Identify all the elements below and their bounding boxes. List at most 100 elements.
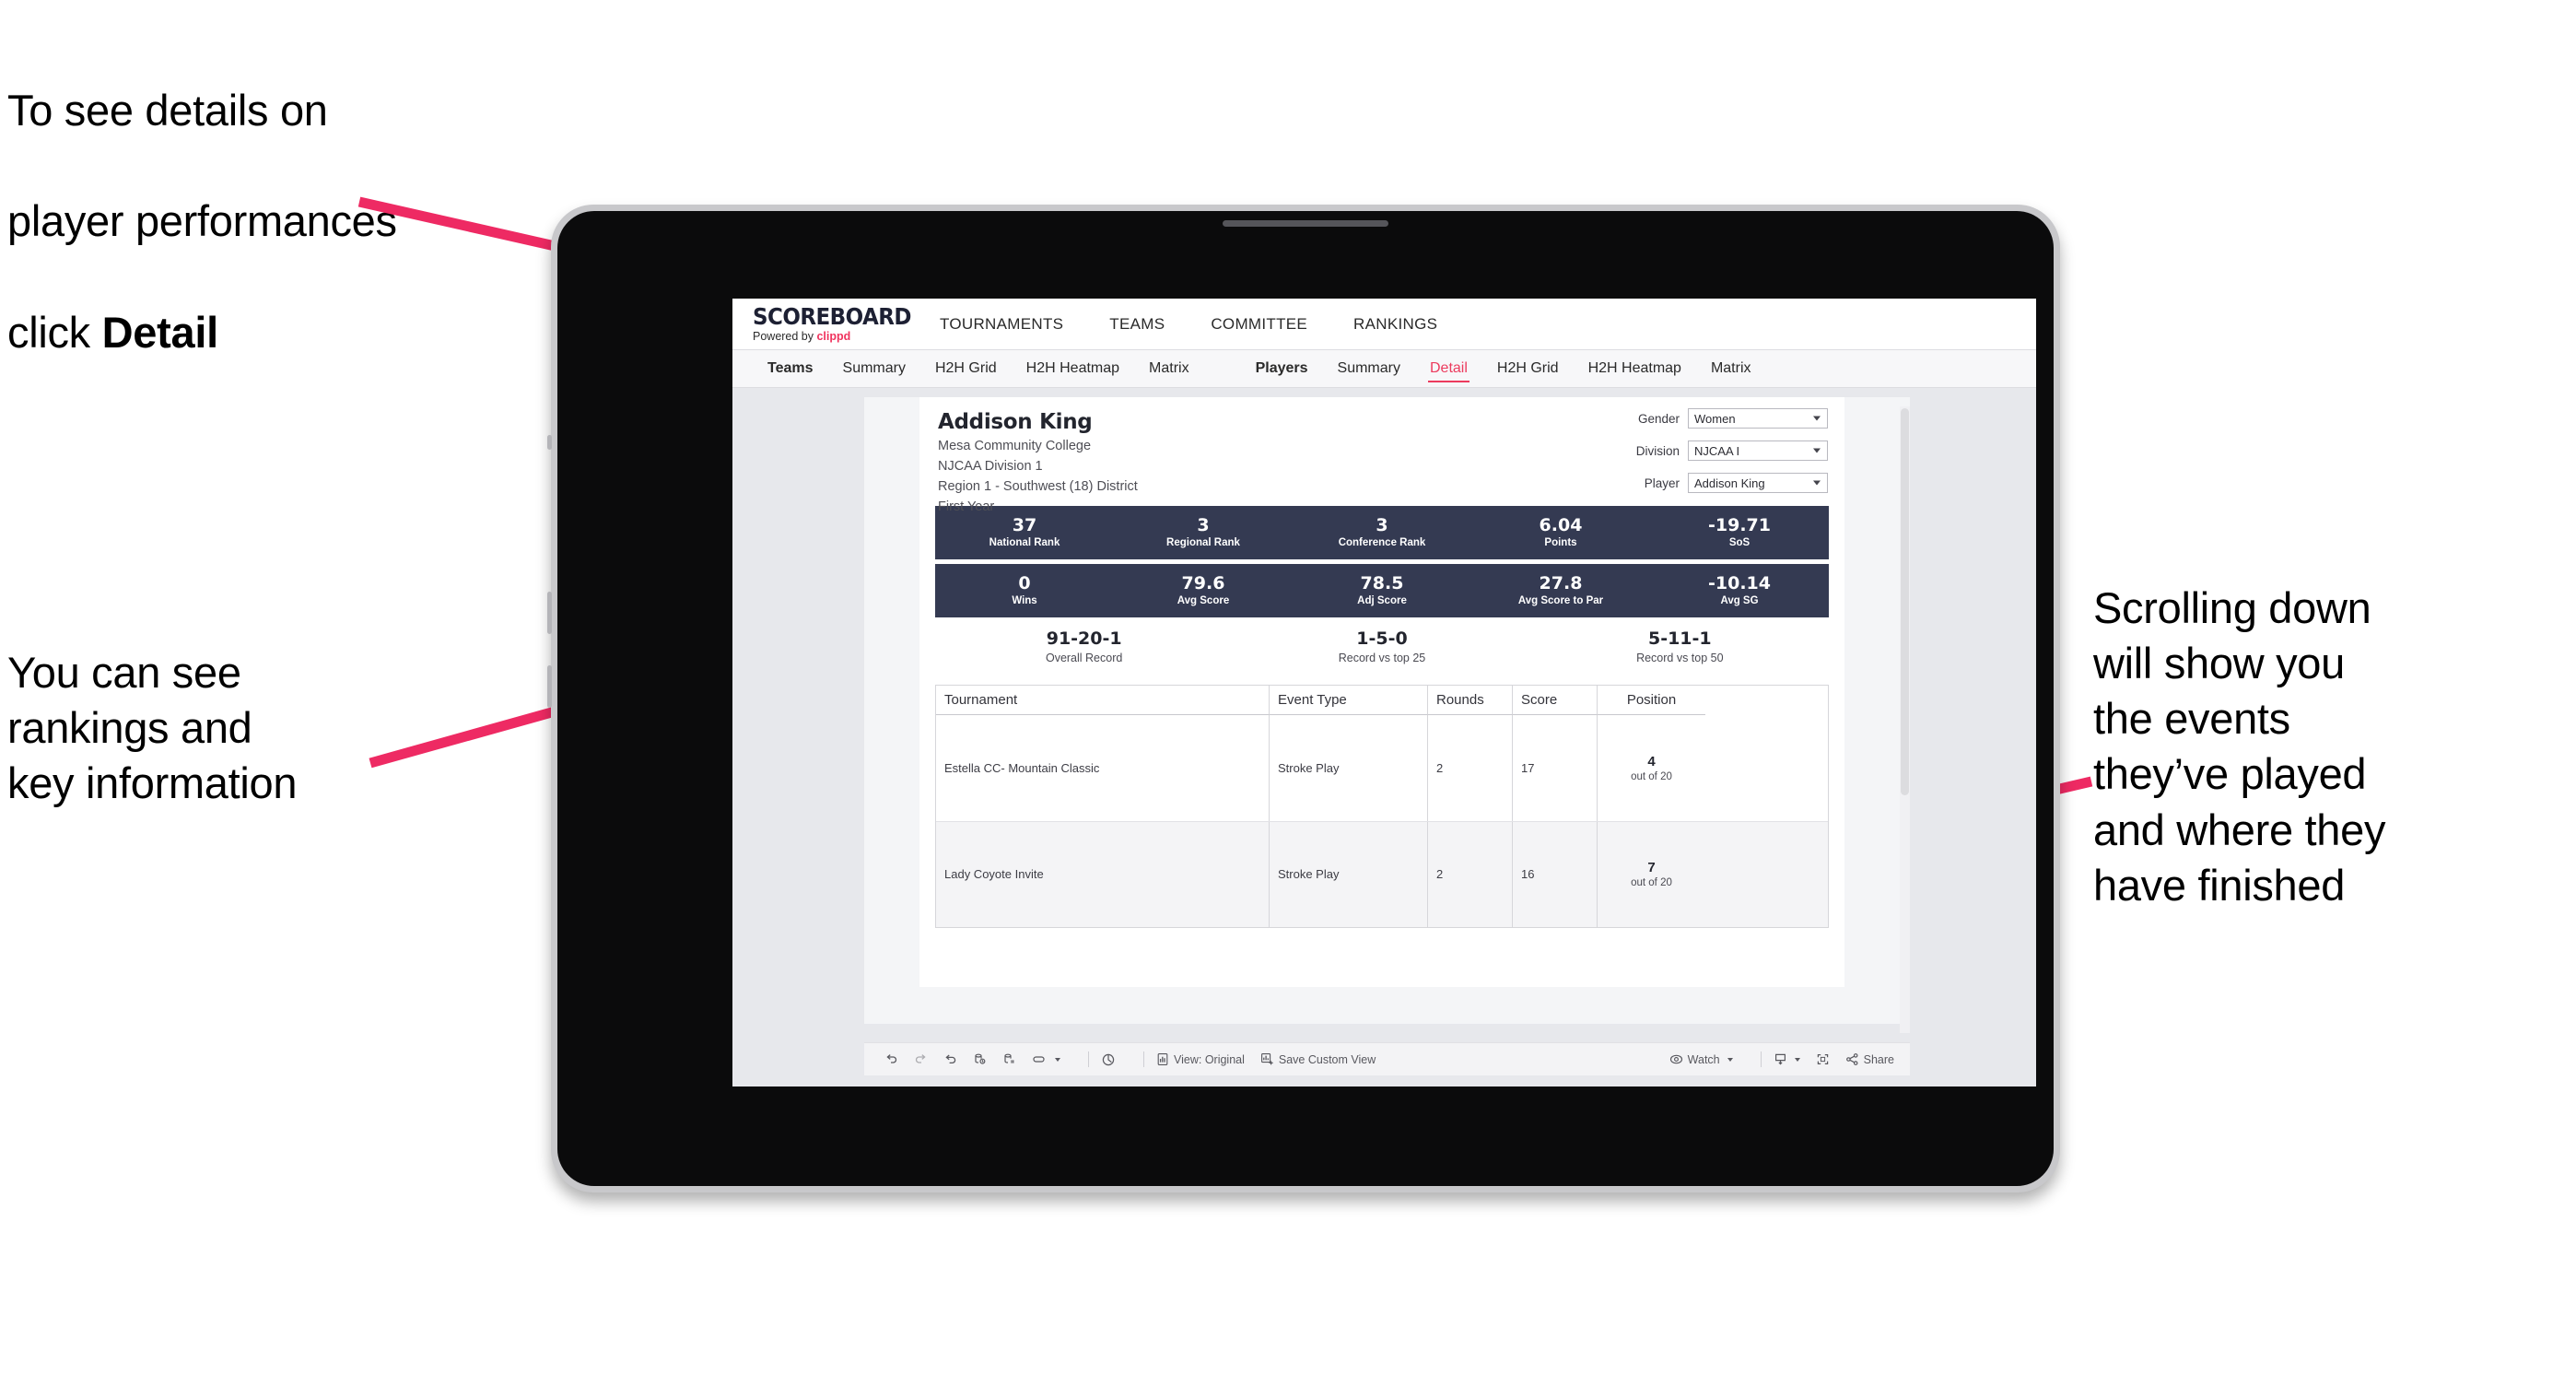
download-button[interactable] (1774, 1052, 1800, 1066)
cell-rounds: 2 (1428, 821, 1513, 927)
device-volume-up-button (547, 592, 552, 634)
table-row[interactable]: Estella CC- Mountain Classic Stroke Play… (936, 714, 1828, 821)
nav-committee[interactable]: COMMITTEE (1188, 315, 1330, 334)
filter-panel: Gender Women Division NJCAA I Player Add… (1588, 408, 1828, 505)
position-out-of: out of 20 (1631, 770, 1672, 782)
filter-gender: Gender Women (1588, 408, 1828, 429)
save-custom-view-label: Save Custom View (1278, 1052, 1376, 1066)
toolbar-divider (1143, 1051, 1144, 1067)
stat-label: Avg Score to Par (1517, 595, 1604, 607)
toolbar-divider (1088, 1051, 1089, 1067)
pause-auto-update-button[interactable] (1101, 1052, 1116, 1067)
brand-logo[interactable]: SCOREBOARD Powered by clippd (732, 305, 917, 343)
cell-tournament: Estella CC- Mountain Classic (936, 714, 1270, 821)
record-vs-top-50: 5-11-1 Record vs top 50 (1531, 629, 1829, 664)
subnav-teams-matrix[interactable]: Matrix (1134, 350, 1204, 387)
revert-button[interactable] (943, 1052, 957, 1066)
player-header: Addison King Mesa Community College NJCA… (919, 397, 1844, 514)
redo-button[interactable] (914, 1052, 928, 1066)
nav-tournaments[interactable]: TOURNAMENTS (917, 315, 1086, 334)
view-original-button[interactable]: View: Original (1156, 1052, 1245, 1066)
player-detail-card: Addison King Mesa Community College NJCA… (919, 397, 1844, 987)
stat-sos: -19.71 SoS (1650, 516, 1829, 549)
stat-value: 6.04 (1539, 514, 1583, 535)
stat-label: SoS (1728, 537, 1751, 549)
cell-position: 4 out of 20 (1598, 715, 1705, 821)
annotation-top-left-line3-bold: Detail (101, 307, 219, 357)
tablet-bezel: SCOREBOARD Powered by clippd TOURNAMENTS… (557, 211, 2054, 1186)
subnav-teams-h2h-heatmap[interactable]: H2H Heatmap (1012, 350, 1134, 387)
browser-viewport: SCOREBOARD Powered by clippd TOURNAMENTS… (732, 299, 2036, 1086)
stat-avg-score-to-par: 27.8 Avg Score to Par (1471, 572, 1650, 607)
subnav-teams[interactable]: Teams (753, 350, 828, 387)
stat-value: 37 (1012, 514, 1037, 535)
record-label: Record vs top 50 (1636, 651, 1724, 664)
cell-score: 17 (1513, 714, 1598, 821)
table-row[interactable]: Lady Coyote Invite Stroke Play 2 16 7 ou… (936, 820, 1828, 927)
watch-button[interactable]: Watch (1669, 1052, 1733, 1066)
subnav-teams-summary[interactable]: Summary (828, 350, 920, 387)
stats-band-scoring: 0 Wins 79.6 Avg Score 78.5 Adj Score 27.… (935, 564, 1829, 617)
stat-label: Avg Score (1177, 595, 1230, 607)
toolbar-divider (1760, 1051, 1762, 1067)
filter-division-select[interactable]: NJCAA I (1688, 440, 1828, 461)
filter-player-select[interactable]: Addison King (1688, 473, 1828, 493)
filter-division: Division NJCAA I (1588, 440, 1828, 461)
vertical-scrollbar[interactable] (1900, 406, 1910, 1033)
nav-teams[interactable]: TEAMS (1086, 315, 1188, 334)
stat-value: 79.6 (1181, 572, 1225, 593)
chevron-down-icon (1727, 1057, 1733, 1062)
fullscreen-button[interactable] (1816, 1052, 1830, 1066)
stat-avg-score: 79.6 Avg Score (1114, 572, 1293, 607)
dashboard-workspace: Addison King Mesa Community College NJCA… (732, 388, 2036, 1086)
subnav-players-matrix[interactable]: Matrix (1696, 350, 1766, 387)
stat-conference-rank: 3 Conference Rank (1293, 516, 1471, 549)
primary-nav: TOURNAMENTS TEAMS COMMITTEE RANKINGS (917, 315, 1460, 334)
column-header-tournament: Tournament (936, 685, 1270, 715)
chevron-down-icon (1813, 448, 1821, 453)
scrollbar-thumb[interactable] (1901, 408, 1909, 795)
chevron-down-icon (1813, 480, 1821, 486)
cell-rounds: 2 (1428, 714, 1513, 821)
subnav-players-detail[interactable]: Detail (1415, 350, 1482, 387)
stat-regional-rank: 3 Regional Rank (1114, 514, 1293, 549)
annotation-bottom-left: You can see rankings and key information (7, 648, 298, 808)
share-button[interactable]: Share (1845, 1052, 1894, 1066)
stat-label: Points (1544, 537, 1577, 549)
stat-value: 0 (1018, 572, 1031, 593)
record-vs-top-25: 1-5-0 Record vs top 25 (1233, 628, 1530, 664)
stat-value: 3 (1197, 514, 1210, 535)
stat-points: 6.04 Points (1471, 514, 1650, 549)
subnav-players-h2h-heatmap[interactable]: H2H Heatmap (1574, 350, 1696, 387)
table-header-row: Tournament Event Type Rounds Score Posit… (936, 685, 1828, 715)
secondary-nav: Teams Summary H2H Grid H2H Heatmap Matri… (732, 349, 2036, 388)
annotation-top-left-line2: player performances (7, 196, 397, 246)
refresh-data-button[interactable] (973, 1052, 987, 1066)
stat-value: 78.5 (1360, 572, 1404, 593)
stat-value: 27.8 (1539, 572, 1583, 593)
filter-gender-select[interactable]: Women (1688, 408, 1828, 429)
position-number: 4 (1647, 753, 1656, 769)
subnav-players[interactable]: Players (1241, 350, 1323, 387)
record-label: Overall Record (1045, 651, 1123, 664)
subnav-teams-h2h-grid[interactable]: H2H Grid (920, 350, 1012, 387)
pause-data-button[interactable] (1002, 1052, 1016, 1066)
undo-button[interactable] (884, 1052, 898, 1066)
subnav-players-h2h-grid[interactable]: H2H Grid (1482, 350, 1574, 387)
filter-player-value: Addison King (1694, 476, 1765, 490)
column-header-rounds: Rounds (1428, 685, 1513, 715)
stat-label: Conference Rank (1338, 537, 1426, 549)
stat-label: Avg SG (1720, 595, 1759, 607)
nav-rankings[interactable]: RANKINGS (1330, 315, 1460, 334)
cell-score: 16 (1513, 821, 1598, 927)
stat-label: Regional Rank (1166, 537, 1240, 549)
column-header-event-type: Event Type (1270, 685, 1428, 715)
nav-group-players: Players Summary Detail H2H Grid H2H Heat… (1204, 350, 1766, 387)
save-custom-view-button[interactable]: Save Custom View (1260, 1052, 1376, 1066)
subnav-players-summary[interactable]: Summary (1323, 350, 1415, 387)
pill-dropdown-button[interactable] (1032, 1052, 1060, 1066)
stat-label: National Rank (989, 537, 1060, 549)
stat-value: -10.14 (1708, 572, 1771, 593)
brand-tagline: Powered by clippd (753, 331, 917, 343)
record-value: 1-5-0 (1356, 628, 1408, 649)
